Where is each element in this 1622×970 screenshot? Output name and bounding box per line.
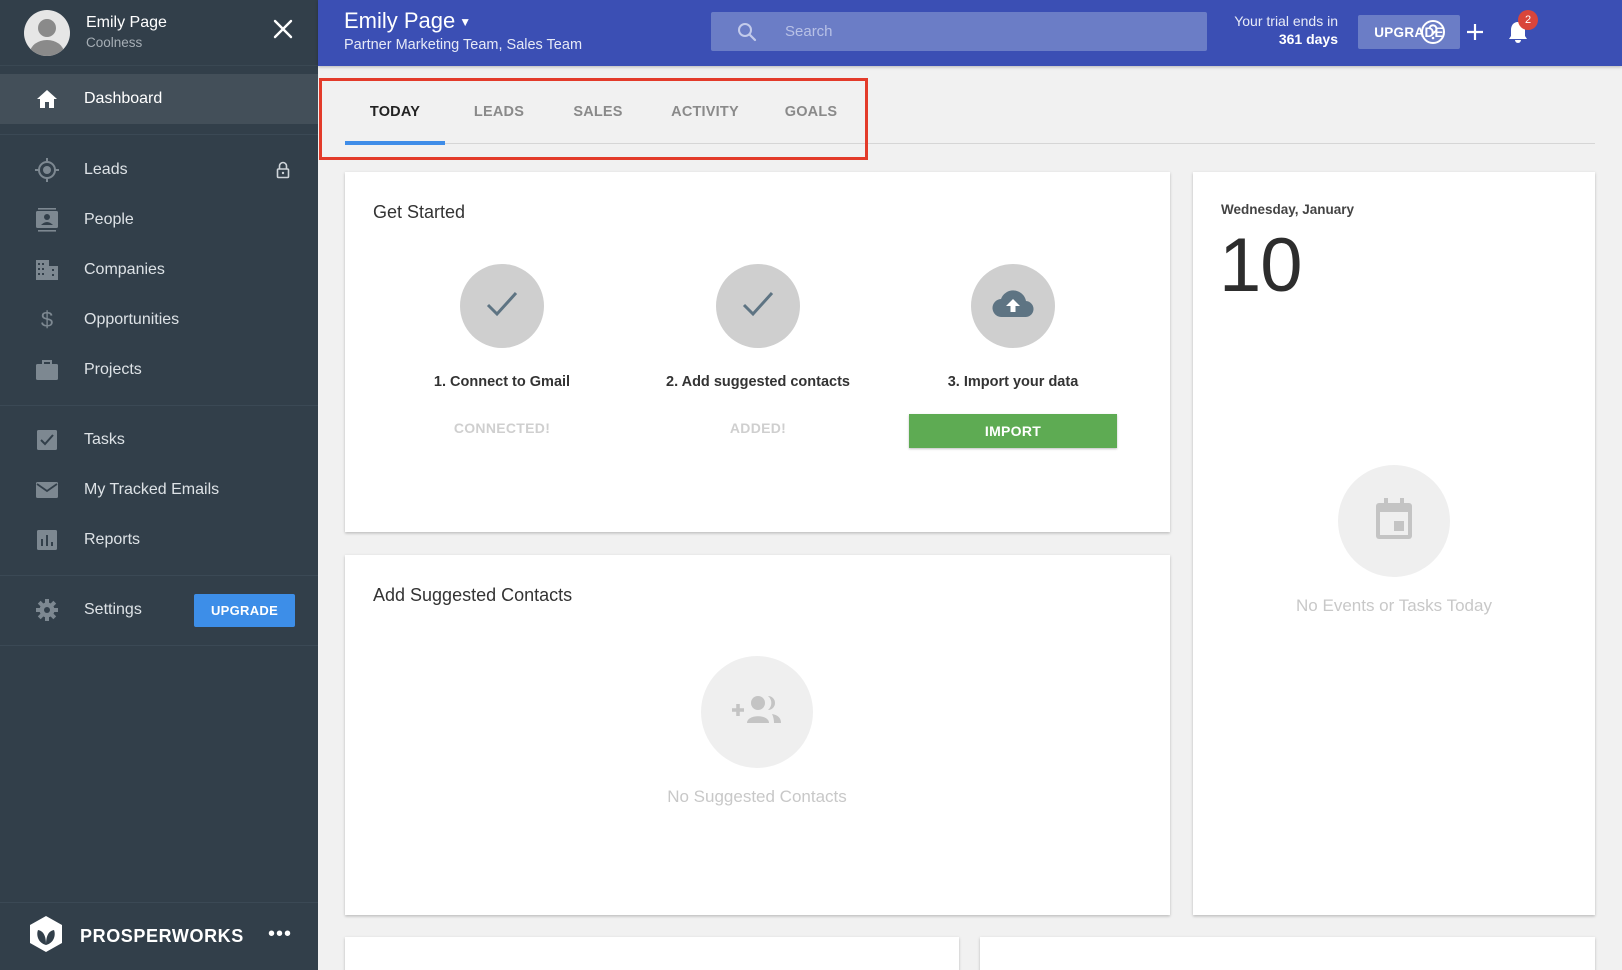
dashboard-card-lower-right [980, 937, 1595, 970]
home-icon [34, 86, 60, 112]
top-bar: Emily Page ▼ Partner Marketing Team, Sale… [318, 0, 1622, 66]
dashboard-card-lower-left [345, 937, 959, 970]
add-icon[interactable] [1461, 18, 1489, 46]
trial-text: Your trial ends in [1234, 13, 1338, 29]
sidebar-item-people[interactable]: People [0, 195, 318, 245]
empty-state-circle [701, 656, 813, 768]
sidebar-item-tasks[interactable]: Tasks [0, 415, 318, 465]
team-list: Partner Marketing Team, Sales Team [344, 37, 583, 53]
user-name: Emily Page [86, 13, 167, 31]
gear-icon [34, 597, 60, 623]
search-input[interactable] [785, 23, 1165, 40]
sidebar-item-label: Opportunities [84, 311, 180, 328]
briefcase-icon [34, 357, 60, 383]
close-icon[interactable] [270, 18, 296, 44]
empty-state-circle [1338, 465, 1450, 577]
sidebar-item-dashboard[interactable]: Dashboard [0, 74, 318, 124]
sidebar-item-label: Dashboard [84, 90, 163, 107]
target-icon [34, 157, 60, 183]
account-switcher[interactable]: Emily Page ▼ [344, 8, 471, 34]
sidebar-item-label: My Tracked Emails [84, 481, 220, 498]
date-label: Wednesday, January [1221, 202, 1355, 217]
step-label: 2. Add suggested contacts [666, 374, 850, 390]
notifications-bell-icon[interactable]: 2 [1504, 10, 1538, 46]
sidebar-item-opportunities[interactable]: $ Opportunities [0, 295, 318, 345]
cloud-upload-icon [991, 289, 1035, 324]
trial-notice: Your trial ends in 361 days [1218, 12, 1338, 48]
sidebar-item-tracked-emails[interactable]: My Tracked Emails [0, 465, 318, 515]
sidebar-item-companies[interactable]: Companies [0, 245, 318, 295]
contact-card-icon [34, 207, 60, 233]
step-label: 3. Import your data [947, 374, 1079, 390]
notification-count-badge: 2 [1518, 10, 1538, 30]
help-icon[interactable] [1419, 18, 1447, 46]
lock-icon [276, 161, 290, 184]
import-button[interactable]: IMPORT [909, 414, 1117, 448]
search-icon [737, 22, 757, 42]
checkmark-icon [484, 289, 520, 324]
tab-leads[interactable]: LEADS [449, 80, 549, 144]
envelope-icon [34, 477, 60, 503]
empty-state-text: No Suggested Contacts [667, 787, 847, 806]
step-circle [460, 264, 544, 348]
card-title: Get Started [373, 202, 466, 222]
add-group-icon [730, 693, 784, 732]
get-started-card: Get Started 1. Connect to Gmail CONNECTE… [345, 172, 1170, 532]
step-circle [716, 264, 800, 348]
tab-goals[interactable]: GOALS [761, 80, 861, 144]
trial-days-remaining: 361 days [1278, 31, 1338, 47]
sidebar-item-leads[interactable]: Leads [0, 145, 318, 195]
sidebar-item-label: Settings [84, 601, 142, 618]
step-circle [971, 264, 1055, 348]
step-status: CONNECTED! [453, 420, 551, 436]
sidebar-item-settings[interactable]: Settings UPGRADE [0, 585, 318, 635]
sidebar-item-label: People [84, 211, 134, 228]
tab-sales[interactable]: SALES [548, 80, 648, 144]
today-calendar-card: Wednesday, January 10 No Events or Tasks… [1193, 172, 1595, 915]
sidebar-upgrade-button[interactable]: UPGRADE [194, 594, 295, 627]
sidebar-item-projects[interactable]: Projects [0, 345, 318, 395]
step-add-contacts: 2. Add suggested contacts ADDED! [638, 264, 878, 436]
checkmark-icon [740, 289, 776, 324]
dollar-icon: $ [40, 307, 54, 332]
tab-activity[interactable]: ACTIVITY [650, 80, 760, 144]
sidebar-item-label: Tasks [84, 431, 125, 448]
date-day-number: 10 [1219, 223, 1303, 308]
calendar-icon [1374, 497, 1414, 546]
sidebar-item-reports[interactable]: Reports [0, 515, 318, 565]
dashboard-tabs: TODAY LEADS SALES ACTIVITY GOALS [345, 80, 1595, 145]
suggested-contacts-card: Add Suggested Contacts No Suggested Cont… [345, 555, 1170, 915]
sidebar-item-label: Leads [84, 161, 128, 178]
step-status: ADDED! [729, 420, 787, 436]
brand-name: PROSPERWORKS [80, 926, 244, 946]
step-import-data: 3. Import your data IMPORT [893, 264, 1133, 448]
checkbox-icon [34, 427, 60, 453]
sidebar: Emily Page Coolness Dashboard Leads Peop… [0, 0, 318, 970]
bar-chart-icon [34, 527, 60, 553]
step-label: 1. Connect to Gmail [433, 374, 571, 390]
sidebar-item-label: Reports [84, 531, 141, 548]
sidebar-item-label: Companies [84, 261, 165, 278]
user-subtitle: Coolness [86, 34, 143, 50]
sidebar-footer: PROSPERWORKS ••• [0, 902, 318, 970]
sidebar-item-label: Projects [84, 361, 142, 378]
caret-down-icon: ▼ [459, 15, 472, 30]
avatar[interactable] [24, 9, 70, 56]
card-title: Add Suggested Contacts [373, 585, 573, 605]
prosperworks-logo-icon [28, 915, 64, 958]
building-icon [34, 257, 60, 283]
empty-state-text: No Events or Tasks Today [1296, 596, 1492, 615]
account-name: Emily Page [344, 8, 456, 33]
more-options-icon[interactable]: ••• [268, 924, 292, 944]
divider [0, 645, 318, 646]
sidebar-user-header: Emily Page Coolness [0, 0, 318, 66]
search-bar[interactable] [711, 12, 1207, 51]
step-connect-gmail: 1. Connect to Gmail CONNECTED! [382, 264, 622, 436]
tab-today[interactable]: TODAY [345, 80, 445, 145]
